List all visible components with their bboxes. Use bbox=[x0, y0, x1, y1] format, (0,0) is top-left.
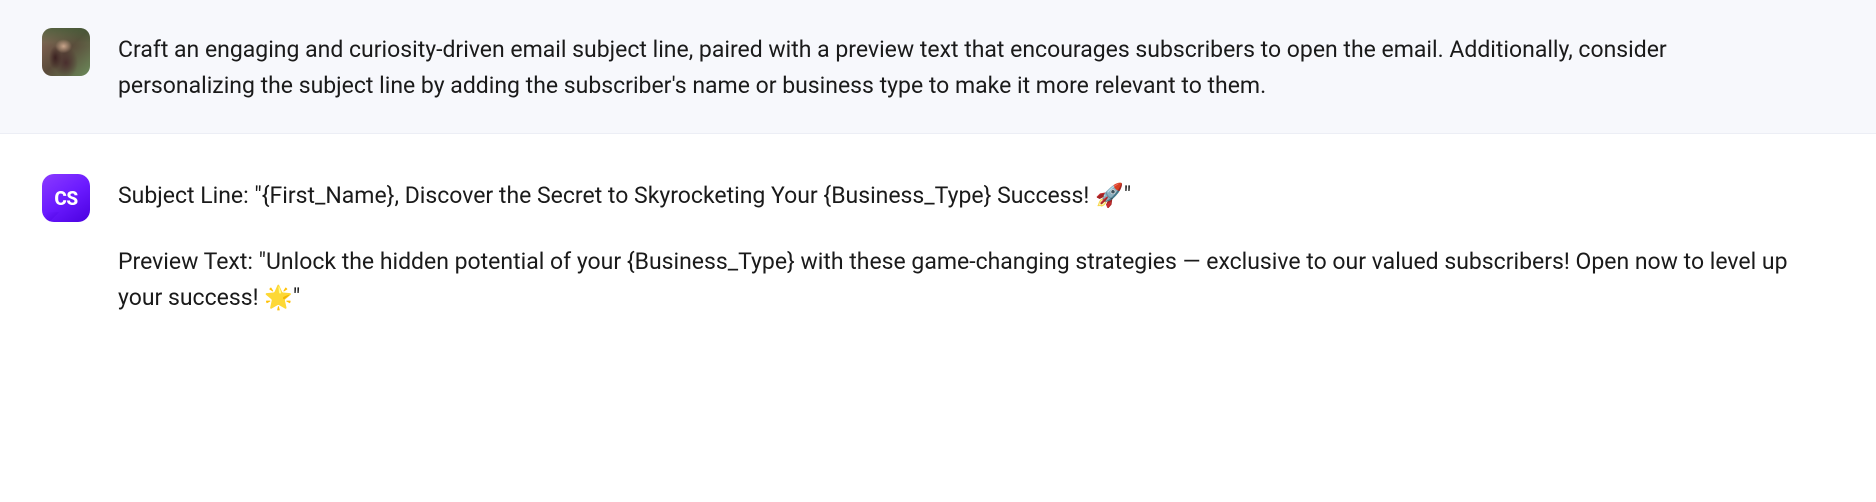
user-message-row: Craft an engaging and curiosity-driven e… bbox=[0, 0, 1876, 134]
assistant-avatar-label: CS bbox=[54, 184, 77, 213]
assistant-subject-line: Subject Line: "{First_Name}, Discover th… bbox=[118, 178, 1794, 214]
user-message-text: Craft an engaging and curiosity-driven e… bbox=[118, 36, 1667, 99]
user-avatar bbox=[42, 28, 90, 76]
assistant-preview-text: Preview Text: "Unlock the hidden potenti… bbox=[118, 244, 1794, 315]
assistant-avatar: CS bbox=[42, 174, 90, 222]
assistant-message-content: Subject Line: "{First_Name}, Discover th… bbox=[118, 174, 1834, 315]
assistant-message-row: CS Subject Line: "{First_Name}, Discover… bbox=[0, 134, 1876, 345]
user-message-content: Craft an engaging and curiosity-driven e… bbox=[118, 28, 1834, 103]
